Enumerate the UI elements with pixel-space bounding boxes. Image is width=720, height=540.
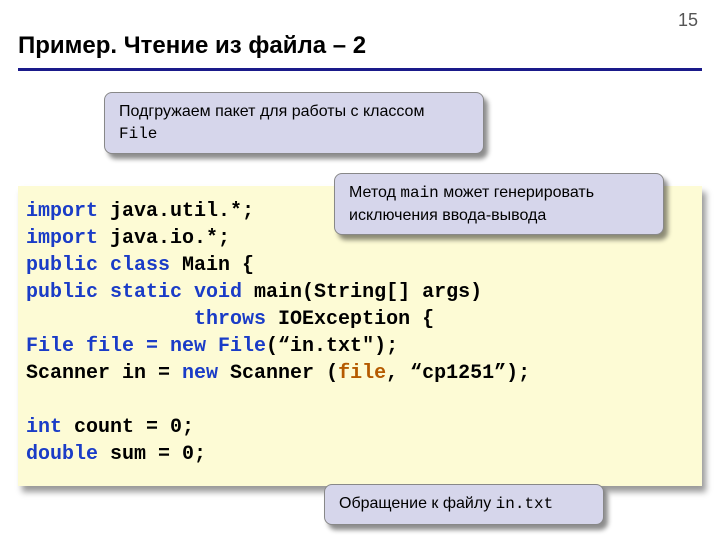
code-l3b: Main { [170,254,254,277]
code-l7b: new [182,362,218,385]
callout-top-mono: File [119,125,157,143]
callout-bottom-mono: in.txt [496,495,554,513]
callout-top: Подгружаем пакет для работы с классом Fi… [104,92,484,154]
code-l5a: throws [26,308,266,331]
code-l6a: File file = new File [26,335,266,358]
page-number: 15 [678,10,698,31]
code-l10a: double [26,443,98,466]
page-title: Пример. Чтение из файла – 2 [18,32,366,60]
callout-top-text: Подгружаем пакет для работы с классом [119,103,424,120]
code-l7c: Scanner ( [218,362,338,385]
callout-bottom-a: Обращение к файлу [339,495,496,512]
callout-mid-a: Метод [349,184,400,201]
callout-mid-mono: main [400,184,438,202]
code-l9a: int [26,416,62,439]
code-l7a: Scanner in = [26,362,182,385]
code-l7e: , “cp1251”); [386,362,530,385]
code-l4b: main(String[] args) [242,281,482,304]
code-l1b: java.util.*; [98,200,254,223]
code-l4a: public static void [26,281,242,304]
code-l1a: import [26,200,98,223]
code-l7d: file [338,362,386,385]
code-l2b: java.io.*; [98,227,230,250]
code-l9b: count = 0; [62,416,194,439]
code-l6b: (“in.txt"); [266,335,398,358]
code-l2a: import [26,227,98,250]
code-l10b: sum = 0; [98,443,206,466]
callout-bottom: Обращение к файлу in.txt [324,484,604,525]
callout-mid: Метод main может генерировать исключения… [334,173,664,235]
code-l5b: IOException { [266,308,434,331]
title-underline [18,68,702,71]
code-l3a: public class [26,254,170,277]
